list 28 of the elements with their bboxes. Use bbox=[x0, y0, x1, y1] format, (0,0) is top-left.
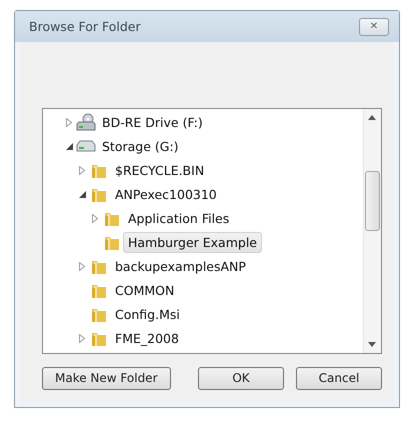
tree-item[interactable]: Hamburger Example bbox=[123, 232, 262, 252]
window-title: Browse For Folder bbox=[29, 19, 141, 34]
scroll-down-icon[interactable] bbox=[368, 342, 376, 347]
disc-drive-icon bbox=[76, 113, 96, 131]
collapse-arrow-icon[interactable] bbox=[66, 142, 72, 150]
tree-item[interactable]: Storage (G:) bbox=[97, 136, 184, 156]
tree-item[interactable]: FME_2008 bbox=[110, 328, 184, 348]
collapse-arrow-icon[interactable] bbox=[78, 190, 86, 198]
drive-icon bbox=[76, 140, 96, 152]
dialog-button[interactable]: Make New Folder bbox=[42, 366, 170, 390]
tree-item[interactable]: backupexamplesANP bbox=[110, 256, 251, 276]
expand-arrow-icon[interactable] bbox=[79, 166, 85, 174]
expand-arrow-icon[interactable] bbox=[92, 214, 98, 222]
expand-arrow-icon[interactable] bbox=[66, 118, 72, 126]
scrollbar[interactable] bbox=[363, 109, 381, 353]
scroll-thumb[interactable] bbox=[365, 171, 380, 231]
tree-item[interactable]: COMMON bbox=[110, 280, 180, 300]
tree-item[interactable]: BD-RE Drive (F:) bbox=[97, 112, 208, 132]
expand-arrow-icon[interactable] bbox=[79, 334, 85, 342]
tree-item[interactable]: $RECYCLE.BIN bbox=[110, 160, 210, 180]
scroll-up-icon[interactable] bbox=[368, 115, 376, 120]
expand-arrow-icon[interactable] bbox=[79, 262, 85, 270]
tree-item[interactable]: Application Files bbox=[123, 208, 234, 228]
tree-item[interactable]: Config.Msi bbox=[110, 304, 185, 324]
dialog-button[interactable]: OK bbox=[198, 366, 284, 390]
close-button[interactable]: ✕ bbox=[359, 18, 389, 36]
dialog-button[interactable]: Cancel bbox=[296, 366, 382, 390]
tree-item[interactable]: ANPexec100310 bbox=[110, 184, 222, 204]
